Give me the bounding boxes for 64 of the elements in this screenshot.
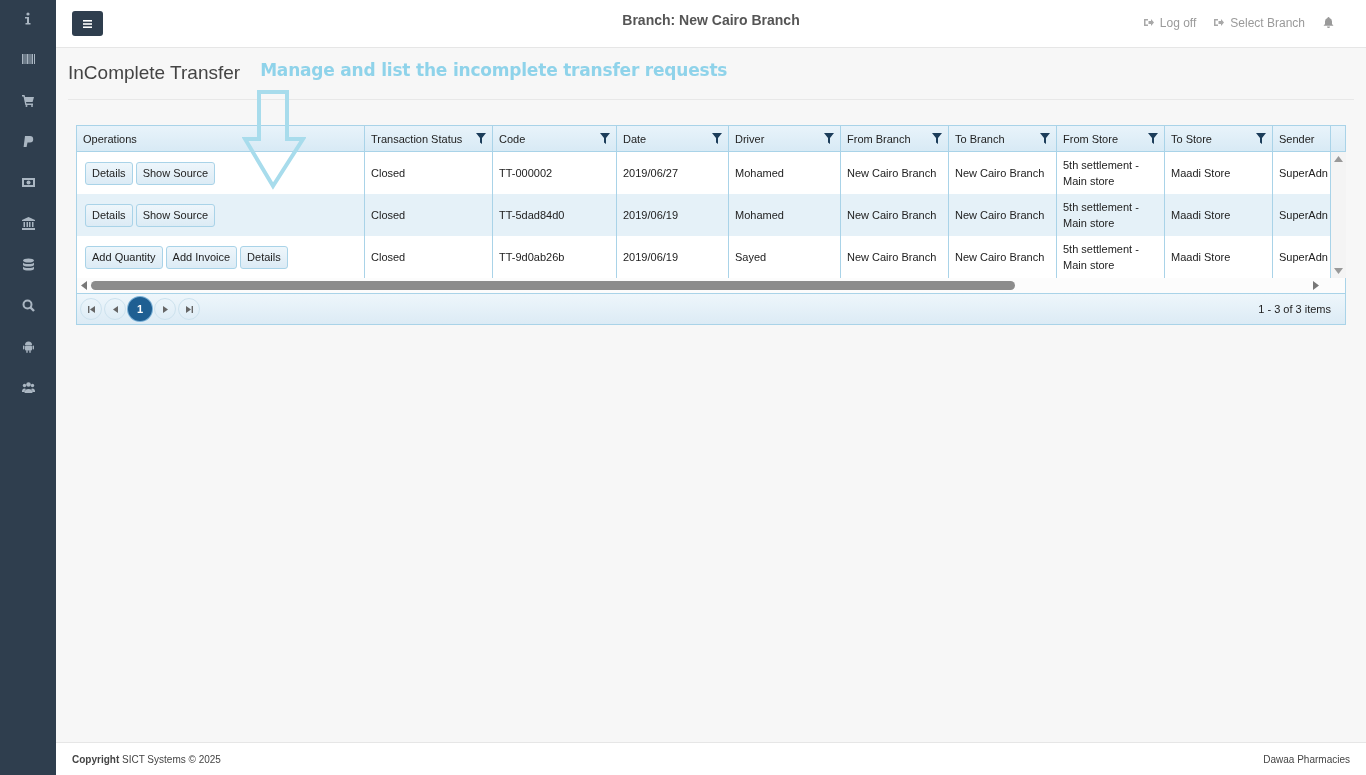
table-cell: 2019/06/19 xyxy=(617,194,729,236)
p-letter-icon[interactable] xyxy=(21,135,35,149)
grid-action-button[interactable]: Show Source xyxy=(135,203,216,227)
grid-action-button[interactable]: Add Invoice xyxy=(165,245,238,269)
grid-action-button[interactable]: Details xyxy=(85,161,133,185)
scroll-right-icon[interactable] xyxy=(1313,281,1319,290)
filter-icon[interactable] xyxy=(932,133,942,144)
search-icon[interactable] xyxy=(21,299,35,313)
filter-icon[interactable] xyxy=(1040,133,1050,144)
column-header[interactable]: From Branch xyxy=(847,132,932,145)
table-cell: 5th settlement - Main store xyxy=(1057,194,1165,236)
table-cell: Mohamed xyxy=(729,194,841,236)
previous-page-icon xyxy=(111,305,119,313)
grid-action-button[interactable]: Details xyxy=(240,245,288,269)
first-page-icon xyxy=(87,305,95,313)
column-header[interactable]: To Store xyxy=(1171,132,1256,145)
page-title: InComplete Transfer xyxy=(68,62,241,84)
table-cell: TT-5dad84d0 xyxy=(493,194,617,236)
column-header[interactable]: Operations xyxy=(83,132,358,145)
grid-action-button[interactable]: Details xyxy=(85,203,133,227)
filter-icon[interactable] xyxy=(600,133,610,144)
grid-action-button[interactable]: Show Source xyxy=(135,161,216,185)
scroll-up-icon[interactable] xyxy=(1334,156,1343,162)
grid-action-button[interactable]: Add Quantity xyxy=(85,245,163,269)
column-header[interactable]: Transaction Status xyxy=(371,132,476,145)
last-page-icon xyxy=(185,305,193,313)
table-cell: New Cairo Branch xyxy=(841,194,949,236)
menu-icon xyxy=(83,19,92,28)
column-header[interactable]: From Store xyxy=(1063,132,1148,145)
column-header[interactable]: Driver xyxy=(735,132,824,145)
filter-icon[interactable] xyxy=(1148,133,1158,144)
brand-text: Dawaa Pharmacies xyxy=(1263,753,1350,765)
banknote-icon[interactable] xyxy=(21,176,35,190)
filter-icon[interactable] xyxy=(712,133,722,144)
barcode-icon[interactable] xyxy=(21,53,35,67)
scrollbar-thumb[interactable] xyxy=(91,281,1015,290)
branch-name: New Cairo Branch xyxy=(679,12,800,28)
filter-icon[interactable] xyxy=(1256,133,1266,144)
table-cell: Closed xyxy=(365,194,493,236)
column-header[interactable]: Sender xyxy=(1279,132,1324,145)
table-cell: Maadi Store xyxy=(1165,194,1273,236)
menu-button[interactable] xyxy=(72,11,103,36)
android-icon[interactable] xyxy=(21,340,35,354)
scroll-left-icon[interactable] xyxy=(81,281,87,290)
cart-icon[interactable] xyxy=(21,94,35,108)
column-header[interactable]: To Branch xyxy=(955,132,1040,145)
database-icon[interactable] xyxy=(21,258,35,272)
pager-info: 1 - 3 of 3 items xyxy=(1258,303,1331,315)
next-page-icon xyxy=(161,305,169,313)
table-cell: New Cairo Branch xyxy=(949,194,1057,236)
column-header[interactable]: Code xyxy=(499,132,600,145)
page-button[interactable]: 1 xyxy=(128,297,152,321)
scroll-down-icon[interactable] xyxy=(1334,268,1343,274)
sign-out-icon xyxy=(1214,18,1225,27)
branch-label: Branch: xyxy=(622,12,676,28)
bell-icon[interactable] xyxy=(1323,17,1334,28)
filter-icon[interactable] xyxy=(476,133,486,144)
column-header[interactable]: Date xyxy=(623,132,712,145)
sign-out-icon xyxy=(1143,18,1154,27)
copyright-text: Copyright SICT Systems © 2025 xyxy=(72,753,221,765)
users-icon[interactable] xyxy=(21,381,35,395)
bank-icon[interactable] xyxy=(21,217,35,231)
annotation-text: Manage and list the incomplete transfer requests xyxy=(260,60,728,80)
filter-icon[interactable] xyxy=(824,133,834,144)
